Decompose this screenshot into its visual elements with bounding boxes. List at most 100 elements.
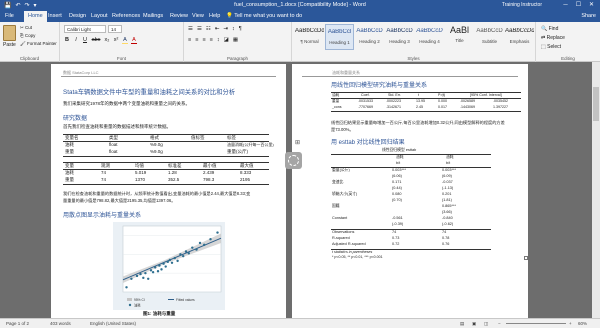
bold-button[interactable]: B <box>64 37 70 44</box>
tab-home[interactable]: Home <box>24 11 47 22</box>
tab-layout[interactable]: Layout <box>91 13 108 19</box>
page-count[interactable]: Page 1 of 2 <box>6 321 29 326</box>
style-subtitle[interactable]: AaBbCcD Subtitle <box>475 24 504 50</box>
legend-label-fit: Fitted values <box>176 298 195 302</box>
format-painter-button[interactable]: 🖌 Format Painter <box>20 41 57 47</box>
zoom-slider[interactable] <box>506 323 566 324</box>
table-move-handle[interactable]: ⊞ <box>295 139 300 146</box>
tab-help[interactable]: Help <box>209 13 220 19</box>
subscript-button[interactable]: x₂ <box>104 37 110 44</box>
tab-references[interactable]: References <box>112 13 140 19</box>
scatter-point <box>184 250 188 253</box>
tab-file[interactable]: File <box>5 13 14 19</box>
tab-design[interactable]: Design <box>69 13 86 19</box>
select-button[interactable]: ⬚ Select <box>541 44 561 50</box>
loading-spinner <box>285 152 302 169</box>
align-left-button[interactable]: ≡ <box>188 37 191 43</box>
table-resize-handle[interactable] <box>524 256 528 260</box>
font-name-select[interactable]: Calibri Light <box>64 25 106 33</box>
superscript-button[interactable]: x² <box>113 37 119 44</box>
decrease-indent-button[interactable]: ⇤ <box>215 26 220 32</box>
multilevel-list-button[interactable]: ☷ <box>206 26 211 32</box>
style-title[interactable]: AaBl Title <box>445 24 474 50</box>
font-color-button[interactable]: A <box>131 37 137 44</box>
language-indicator[interactable]: English (United States) <box>90 321 136 326</box>
strikethrough-button[interactable]: abc <box>91 37 101 44</box>
line-spacing-button[interactable]: ↕ <box>217 37 220 43</box>
read-mode-icon[interactable]: ▤ <box>460 321 464 327</box>
table-cell: _cons <box>332 105 342 109</box>
print-layout-icon[interactable]: ▣ <box>472 321 476 327</box>
increase-indent-button[interactable]: ⇥ <box>223 26 228 32</box>
style-heading-3[interactable]: AaBbCcD Heading 3 <box>385 24 414 50</box>
numbering-button[interactable]: ☰ <box>197 26 202 32</box>
show-marks-button[interactable]: ¶ <box>239 26 242 32</box>
tell-me-search[interactable]: 💡 Tell me what you want to do <box>226 13 302 19</box>
bullets-button[interactable]: ☰ <box>188 26 193 32</box>
copy-button[interactable]: ⎘ Copy <box>20 33 35 38</box>
find-button[interactable]: 🔍 Find <box>541 26 558 32</box>
user-name[interactable]: Training Instructor <box>502 2 542 8</box>
table-rule <box>63 169 269 170</box>
scatter-chart: 95% CI Fitted values 油耗 <box>113 222 225 310</box>
table-cell: 0.78 <box>442 236 450 240</box>
vertical-scrollbar[interactable] <box>592 62 600 318</box>
underline-button[interactable]: U <box>82 37 88 44</box>
scatter-point <box>168 258 172 262</box>
justify-button[interactable]: ≡ <box>210 37 213 43</box>
close-button[interactable]: ✕ <box>585 0 598 11</box>
document-workspace[interactable]: 数据 StataCorp LLC Stata车辆数据文件中车型的重量和油耗之间关… <box>0 62 600 318</box>
table-cell: (3.66) <box>442 210 452 214</box>
share-button[interactable]: Share <box>581 13 596 19</box>
table-header-cell: t <box>418 93 419 97</box>
table-rule <box>63 134 269 135</box>
tab-review[interactable]: Review <box>170 13 188 19</box>
paste-button[interactable]: Paste <box>3 42 16 48</box>
header-divider <box>61 76 276 77</box>
scatter-point <box>164 265 167 268</box>
zoom-in-button[interactable]: + <box>569 321 572 326</box>
tab-mailings[interactable]: Mailings <box>143 13 163 19</box>
word-count[interactable]: 403 words <box>50 321 71 326</box>
tab-view[interactable]: View <box>192 13 204 19</box>
replace-button[interactable]: ⇄ Replace <box>541 35 565 41</box>
header-divider <box>302 76 518 77</box>
italic-button[interactable]: I <box>73 37 79 44</box>
style-normal[interactable]: AaBbCcDd ¶ Normal <box>295 24 324 50</box>
highlight-color-button[interactable]: A <box>122 37 128 44</box>
style-heading-1[interactable]: AaBbCcl Heading 1 <box>325 24 354 50</box>
paste-icon[interactable] <box>3 25 16 41</box>
scatter-point <box>149 269 153 272</box>
spinner-icon <box>288 155 299 166</box>
table-cell: %9.0g <box>150 142 163 147</box>
document-page-1[interactable]: 数据 StataCorp LLC Stata车辆数据文件中车型的重量和油耗之间关… <box>51 64 286 318</box>
table-cell: 1.397227 <box>493 105 508 109</box>
web-layout-icon[interactable]: ◫ <box>484 321 488 327</box>
sort-button[interactable]: ↕ <box>232 26 235 32</box>
table-cell: 0.003*** <box>392 168 406 172</box>
table-cell: .0031533 <box>358 99 373 103</box>
clipboard-label: Clipboard <box>19 56 40 61</box>
font-size-select[interactable]: 14 <box>108 25 122 33</box>
style-heading-2[interactable]: AaBbCcD Heading 2 <box>355 24 384 50</box>
shading-button[interactable]: ◪ <box>224 37 229 43</box>
table-cell: 0.865*** <box>442 204 456 208</box>
style-emphasis[interactable]: AaBbCcDd Emphasis <box>505 24 534 50</box>
font-group: Calibri Light 14 B I U abc x₂ x² A A Fon… <box>60 22 184 62</box>
cut-button[interactable]: ✂ Cut <box>20 25 32 31</box>
scatter-point <box>144 271 147 275</box>
document-page-2[interactable]: 油耗和重量关系 用线性回归模型研究油耗与重量关系 油耗 Coef. Std. E… <box>292 64 528 318</box>
table-rule <box>331 229 491 230</box>
borders-button[interactable]: ▦ <box>233 37 238 43</box>
table-cell: 重量(公斤) <box>332 168 350 172</box>
maximize-button[interactable]: ☐ <box>572 0 585 11</box>
scrollbar-thumb[interactable] <box>593 87 599 121</box>
zoom-out-button[interactable]: − <box>498 321 501 326</box>
tab-insert[interactable]: Insert <box>48 13 62 19</box>
align-right-button[interactable]: ≡ <box>202 37 205 43</box>
align-center-button[interactable]: ≡ <box>195 37 198 43</box>
minimize-button[interactable]: ─ <box>559 0 572 11</box>
zoom-level[interactable]: 60% <box>578 321 587 326</box>
table-cell: 1.28 <box>168 170 177 175</box>
style-heading-4[interactable]: AaBbCcD Heading 4 <box>415 24 444 50</box>
